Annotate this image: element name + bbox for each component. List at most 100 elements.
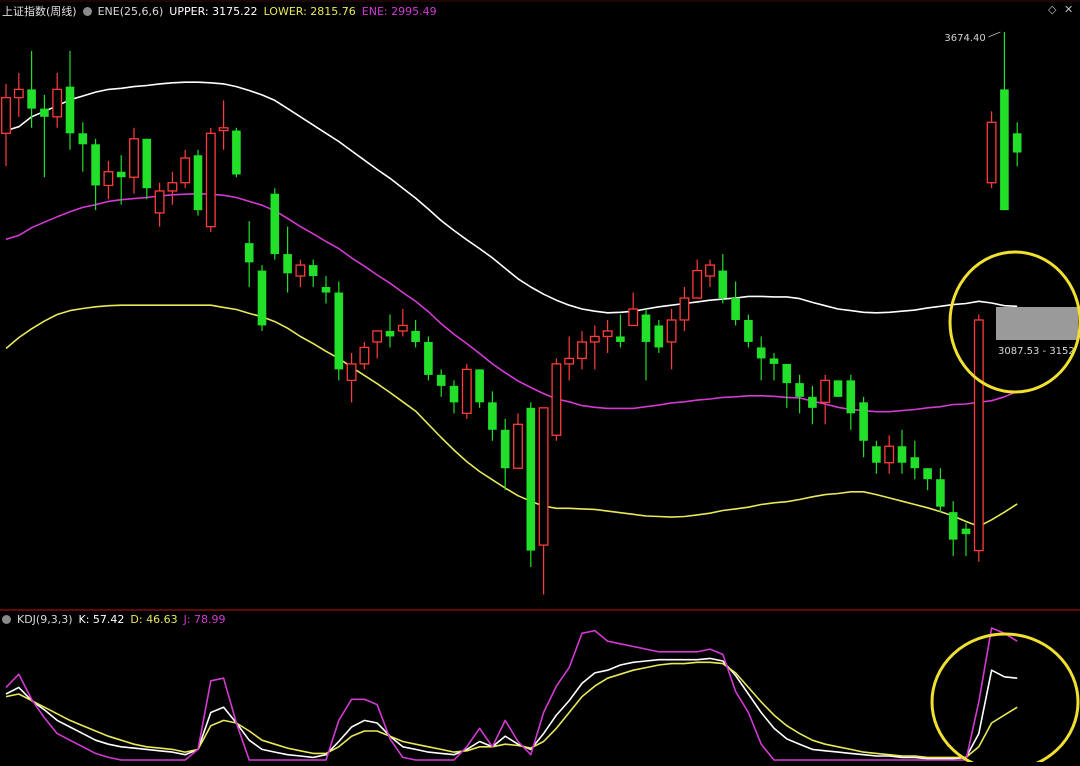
candle-body — [1000, 89, 1009, 211]
candle-body — [936, 479, 945, 507]
candle-43 — [551, 358, 562, 441]
candle-65 — [833, 380, 843, 397]
candle-18 — [232, 127, 241, 178]
candle-26 — [334, 281, 344, 381]
candle-75 — [961, 523, 971, 557]
candle-body — [449, 385, 459, 403]
candle-17 — [218, 100, 229, 150]
candle-body — [820, 379, 831, 403]
highlight-circle-kdj — [930, 632, 1080, 766]
candle-body — [103, 171, 114, 187]
candle-40 — [513, 413, 523, 469]
candle-10 — [129, 127, 139, 194]
candle-body — [397, 324, 408, 332]
candle-body — [205, 132, 216, 228]
main-legend: 上证指数(周线) ENE(25,6,6) UPPER: 3175.22 LOWER: … — [2, 3, 443, 19]
candle-74 — [948, 501, 958, 557]
candle-8 — [103, 160, 114, 200]
candle-56 — [718, 254, 728, 304]
candle-body — [40, 108, 49, 117]
candle-body — [589, 335, 600, 343]
candle-16 — [205, 127, 216, 233]
candle-body — [961, 528, 971, 535]
candle-body — [910, 457, 920, 469]
candle-body — [346, 363, 357, 382]
candle-body — [808, 396, 817, 408]
candle-body — [129, 138, 139, 178]
candle-body — [270, 193, 280, 255]
candle-36 — [461, 363, 472, 419]
candle-body — [232, 130, 241, 175]
candle-body — [769, 358, 779, 364]
candle-body — [692, 269, 703, 299]
candle-body — [1, 96, 11, 134]
candle-body — [564, 357, 575, 365]
ene-value: ENE: 2995.49 — [361, 5, 437, 18]
candle-62 — [795, 374, 804, 414]
high-price-label: 3674.40 — [944, 33, 985, 44]
candle-body — [973, 319, 984, 552]
candle-body — [923, 468, 932, 480]
candle-body — [411, 330, 420, 342]
candle-49 — [628, 292, 639, 327]
candle-61 — [782, 363, 792, 408]
candle-60 — [769, 352, 779, 381]
high-pointer — [988, 31, 1001, 38]
candle-12 — [154, 182, 165, 227]
candle-55 — [705, 259, 715, 288]
candle-58 — [744, 314, 753, 348]
j-value: J: 78.99 — [183, 613, 226, 626]
candle-body — [628, 308, 639, 327]
range-label: 3087.53 - 3152 — [998, 346, 1075, 357]
candle-body — [859, 402, 868, 441]
candle-body — [65, 86, 75, 134]
candle-body — [846, 380, 856, 414]
candle-body — [602, 330, 613, 338]
candle-73 — [936, 468, 945, 513]
candle-42 — [538, 407, 549, 595]
candle-body — [551, 363, 562, 436]
candle-body — [488, 402, 497, 430]
ene-indicator-label: ENE(25,6,6) — [97, 5, 164, 18]
candle-body — [513, 423, 523, 469]
candle-body — [756, 347, 766, 359]
candle-4 — [52, 72, 63, 128]
candle-20 — [257, 265, 267, 331]
k-value: K: 57.42 — [78, 613, 125, 626]
candle-3 — [40, 94, 49, 178]
candle-52 — [666, 309, 677, 370]
indicator-toggle-icon[interactable] — [82, 7, 92, 16]
close-icon[interactable]: ✕ — [1064, 3, 1073, 16]
candle-body — [436, 374, 446, 386]
candle-23 — [295, 259, 306, 288]
candle-body — [142, 138, 152, 189]
candle-body — [257, 270, 267, 326]
d-value: D: 46.63 — [130, 613, 178, 626]
candle-body — [526, 407, 536, 551]
chart-stage: 3674.40 3087.53 - 3152 上证指数(周线) ENE(25,6,6… — [0, 0, 1080, 766]
candle-33 — [424, 336, 433, 381]
candle-body — [13, 88, 24, 99]
candle-body — [705, 264, 715, 277]
candle-67 — [859, 396, 868, 458]
candle-1 — [13, 72, 24, 117]
candle-body — [782, 363, 792, 384]
chevron-up-icon[interactable]: ◇ — [1048, 3, 1056, 16]
candle-0 — [1, 83, 11, 167]
kdj-legend: KDJ(9,3,3) K: 57.42 D: 46.63 J: 78.99 — [2, 613, 232, 626]
candle-body — [884, 445, 895, 464]
candle-25 — [321, 276, 331, 304]
candle-5 — [65, 50, 75, 150]
candle-78 — [1000, 32, 1009, 211]
candle-30 — [385, 314, 395, 348]
candle-body — [116, 171, 126, 178]
indicator-toggle-icon-kdj[interactable] — [2, 615, 11, 624]
candle-body — [666, 319, 677, 343]
candle-body — [334, 292, 344, 370]
candle-11 — [142, 138, 152, 200]
candle-body — [833, 380, 843, 397]
candle-34 — [436, 369, 446, 397]
candle-54 — [692, 259, 703, 299]
candle-47 — [602, 319, 613, 353]
candle-body — [154, 190, 165, 214]
